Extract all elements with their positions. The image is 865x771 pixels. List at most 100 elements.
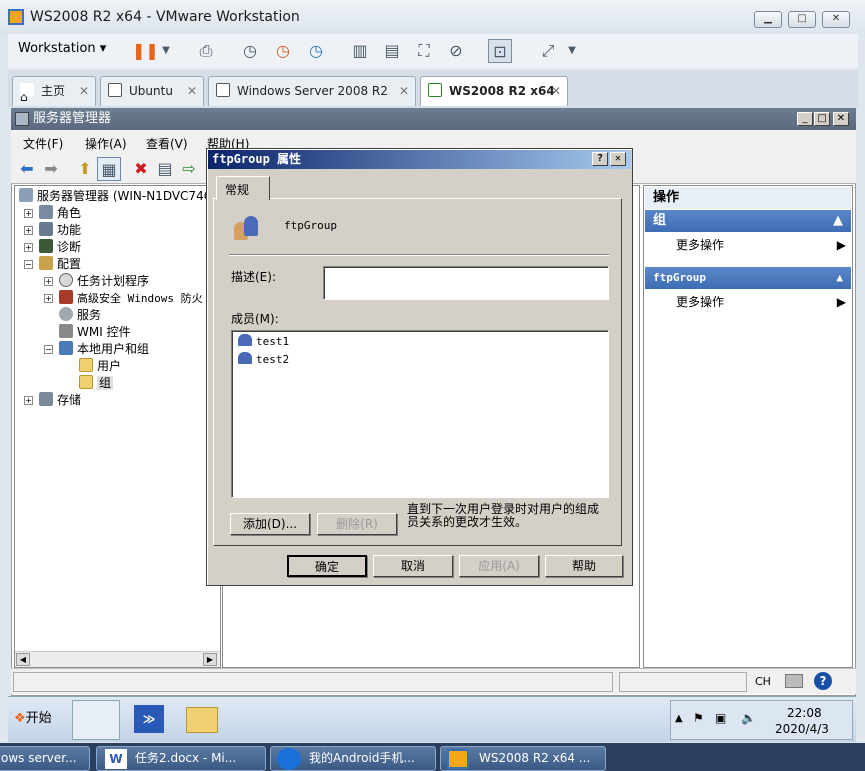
send-keys-icon[interactable]: ⎙ (194, 39, 218, 63)
tab-ubuntu[interactable]: Ubuntu ✕ (100, 76, 204, 106)
thumbnail-view-icon[interactable]: ▤ (380, 39, 404, 63)
actions-section-group[interactable]: 组 ▲ (645, 210, 851, 232)
export-icon[interactable]: ⇨ (177, 157, 201, 181)
tree-node-groups[interactable]: 组 (79, 375, 114, 392)
clock-time[interactable]: 22:08 (787, 706, 822, 720)
show-hidden-icons-icon[interactable]: ▲ (675, 713, 683, 724)
tree-node-diagnostics[interactable]: 诊断 (39, 239, 81, 256)
tree-horizontal-scrollbar[interactable]: ◀ ▶ (15, 651, 220, 667)
pause-dropdown-icon[interactable]: ▼ (154, 39, 178, 63)
start-button[interactable]: ❖开始 (10, 705, 64, 733)
unity-icon[interactable]: ⊘ (444, 39, 468, 63)
sm-maximize-button[interactable]: □ (814, 112, 830, 126)
tree-node-wmi[interactable]: WMI 控件 (59, 324, 131, 341)
add-member-button[interactable]: 添加(D)... (230, 513, 310, 535)
tree-node-services[interactable]: 服务 (59, 307, 101, 324)
workstation-menu-button[interactable]: Workstation ▾ (18, 41, 106, 56)
tree-node-users[interactable]: 用户 (79, 358, 121, 375)
scroll-right-icon[interactable]: ▶ (203, 653, 217, 666)
expand-icon[interactable]: + (44, 294, 53, 303)
show-hide-tree-icon[interactable]: ▦ (97, 157, 121, 181)
apply-button[interactable]: 应用(A) (459, 555, 539, 577)
menu-file[interactable]: 文件(F) (23, 135, 63, 152)
tab-close-icon[interactable]: ✕ (187, 77, 197, 105)
collapse-icon[interactable]: − (44, 345, 53, 354)
up-folder-icon[interactable]: ⬆ (73, 157, 97, 181)
wmi-icon (59, 324, 73, 338)
collapse-icon[interactable]: − (24, 260, 33, 269)
members-list[interactable]: test1 test2 (231, 330, 609, 498)
tree-node-local-users-groups[interactable]: 本地用户和组 (59, 341, 149, 358)
minimize-button[interactable]: ▁ (754, 11, 782, 28)
dialog-help-button[interactable]: ? (592, 152, 608, 166)
tree-node-task-scheduler[interactable]: 任务计划程序 (59, 273, 149, 290)
properties-icon[interactable]: ▤ (153, 157, 177, 181)
close-button[interactable]: ✕ (822, 11, 850, 28)
ok-button[interactable]: 确定 (287, 555, 367, 577)
keyboard-icon[interactable] (785, 674, 803, 688)
host-task-word-doc[interactable]: W 任务2.docx - Mi... (96, 746, 266, 771)
help-button[interactable]: 帮助 (545, 555, 623, 577)
menu-action[interactable]: 操作(A) (85, 135, 127, 152)
expand-icon[interactable]: + (44, 277, 53, 286)
volume-muted-icon[interactable]: 🔈 (741, 711, 756, 725)
sm-close-button[interactable]: ✕ (833, 112, 849, 126)
action-more-actions[interactable]: 更多操作 ▶ (676, 237, 846, 254)
tab-general[interactable]: 常规 (216, 176, 270, 200)
tab-close-icon[interactable]: ✕ (79, 77, 89, 105)
pause-icon[interactable]: ❚❚ (132, 39, 159, 63)
cancel-button[interactable]: 取消 (373, 555, 453, 577)
sm-minimize-button[interactable]: _ (797, 112, 813, 126)
tree-node-server-manager[interactable]: 服务器管理器 (WIN-N1DVC74C (19, 188, 212, 205)
tree-node-features[interactable]: 功能 (39, 222, 81, 239)
dialog-close-button[interactable]: ✕ (610, 152, 626, 166)
expand-icon[interactable]: + (24, 226, 33, 235)
host-task-vmware[interactable]: WS2008 R2 x64 ... (440, 746, 606, 771)
tab-home[interactable]: ⌂ 主页 ✕ (12, 76, 96, 106)
list-item[interactable]: test1 (238, 334, 289, 348)
tab-close-icon[interactable]: ✕ (399, 77, 409, 105)
actions-section-ftpgroup[interactable]: ftpGroup ▲ (645, 267, 851, 289)
console-view-icon[interactable]: ⊡ (488, 39, 512, 63)
taskbar-server-manager-icon[interactable] (72, 700, 120, 740)
help-icon[interactable]: ? (814, 672, 832, 690)
stretch-icon[interactable]: ⤢ (536, 39, 560, 63)
tab-close-icon[interactable]: ✕ (551, 77, 561, 105)
tree-node-storage[interactable]: 存储 (39, 392, 81, 409)
language-indicator[interactable]: CH (755, 675, 771, 688)
maximize-button[interactable]: □ (788, 11, 816, 28)
sidebar-view-icon[interactable]: ▥ (348, 39, 372, 63)
expand-icon[interactable]: + (24, 396, 33, 405)
storage-icon (39, 392, 53, 406)
tree-node-firewall[interactable]: 高级安全 Windows 防火 (59, 290, 203, 307)
clock-date[interactable]: 2020/4/3 (775, 722, 829, 736)
forward-icon[interactable]: ➡ (39, 157, 63, 181)
expand-icon[interactable]: + (24, 209, 33, 218)
network-icon[interactable]: ▣ (715, 711, 726, 725)
snapshot-icon[interactable]: ◷ (238, 39, 262, 63)
delete-icon[interactable]: ✖ (129, 157, 153, 181)
action-center-flag-icon[interactable]: ⚑ (693, 711, 704, 725)
host-task-windows-server[interactable]: ows server... (0, 746, 90, 771)
collapse-arrow-icon[interactable]: ▲ (833, 210, 843, 232)
explorer-folder-icon[interactable] (186, 707, 218, 733)
tab-windows-server[interactable]: Windows Server 2008 R2 x64...✕ (208, 76, 416, 126)
scroll-left-icon[interactable]: ◀ (16, 653, 30, 666)
tree-node-configuration[interactable]: 配置 (39, 256, 81, 273)
powershell-icon[interactable]: ≫ (134, 705, 164, 733)
description-field[interactable] (323, 266, 609, 300)
remove-member-button[interactable]: 删除(R) (317, 513, 397, 535)
back-icon[interactable]: ⬅ (15, 157, 39, 181)
list-item[interactable]: test2 (238, 352, 289, 366)
host-task-android[interactable]: 我的Android手机... (270, 746, 436, 771)
menu-view[interactable]: 查看(V) (146, 135, 188, 152)
action-more-actions[interactable]: 更多操作 ▶ (676, 294, 846, 311)
fullscreen-icon[interactable]: ⛶ (412, 39, 436, 63)
tab-ws2008[interactable]: WS2008 R2 x64 ✕ (420, 76, 568, 106)
stretch-dropdown-icon[interactable]: ▼ (560, 39, 584, 63)
tree-node-roles[interactable]: 角色 (39, 205, 81, 222)
expand-icon[interactable]: + (24, 243, 33, 252)
snapshot-manager-icon[interactable]: ◷ (304, 39, 328, 63)
collapse-arrow-icon[interactable]: ▲ (836, 267, 843, 289)
revert-snapshot-icon[interactable]: ◷ (271, 39, 295, 63)
